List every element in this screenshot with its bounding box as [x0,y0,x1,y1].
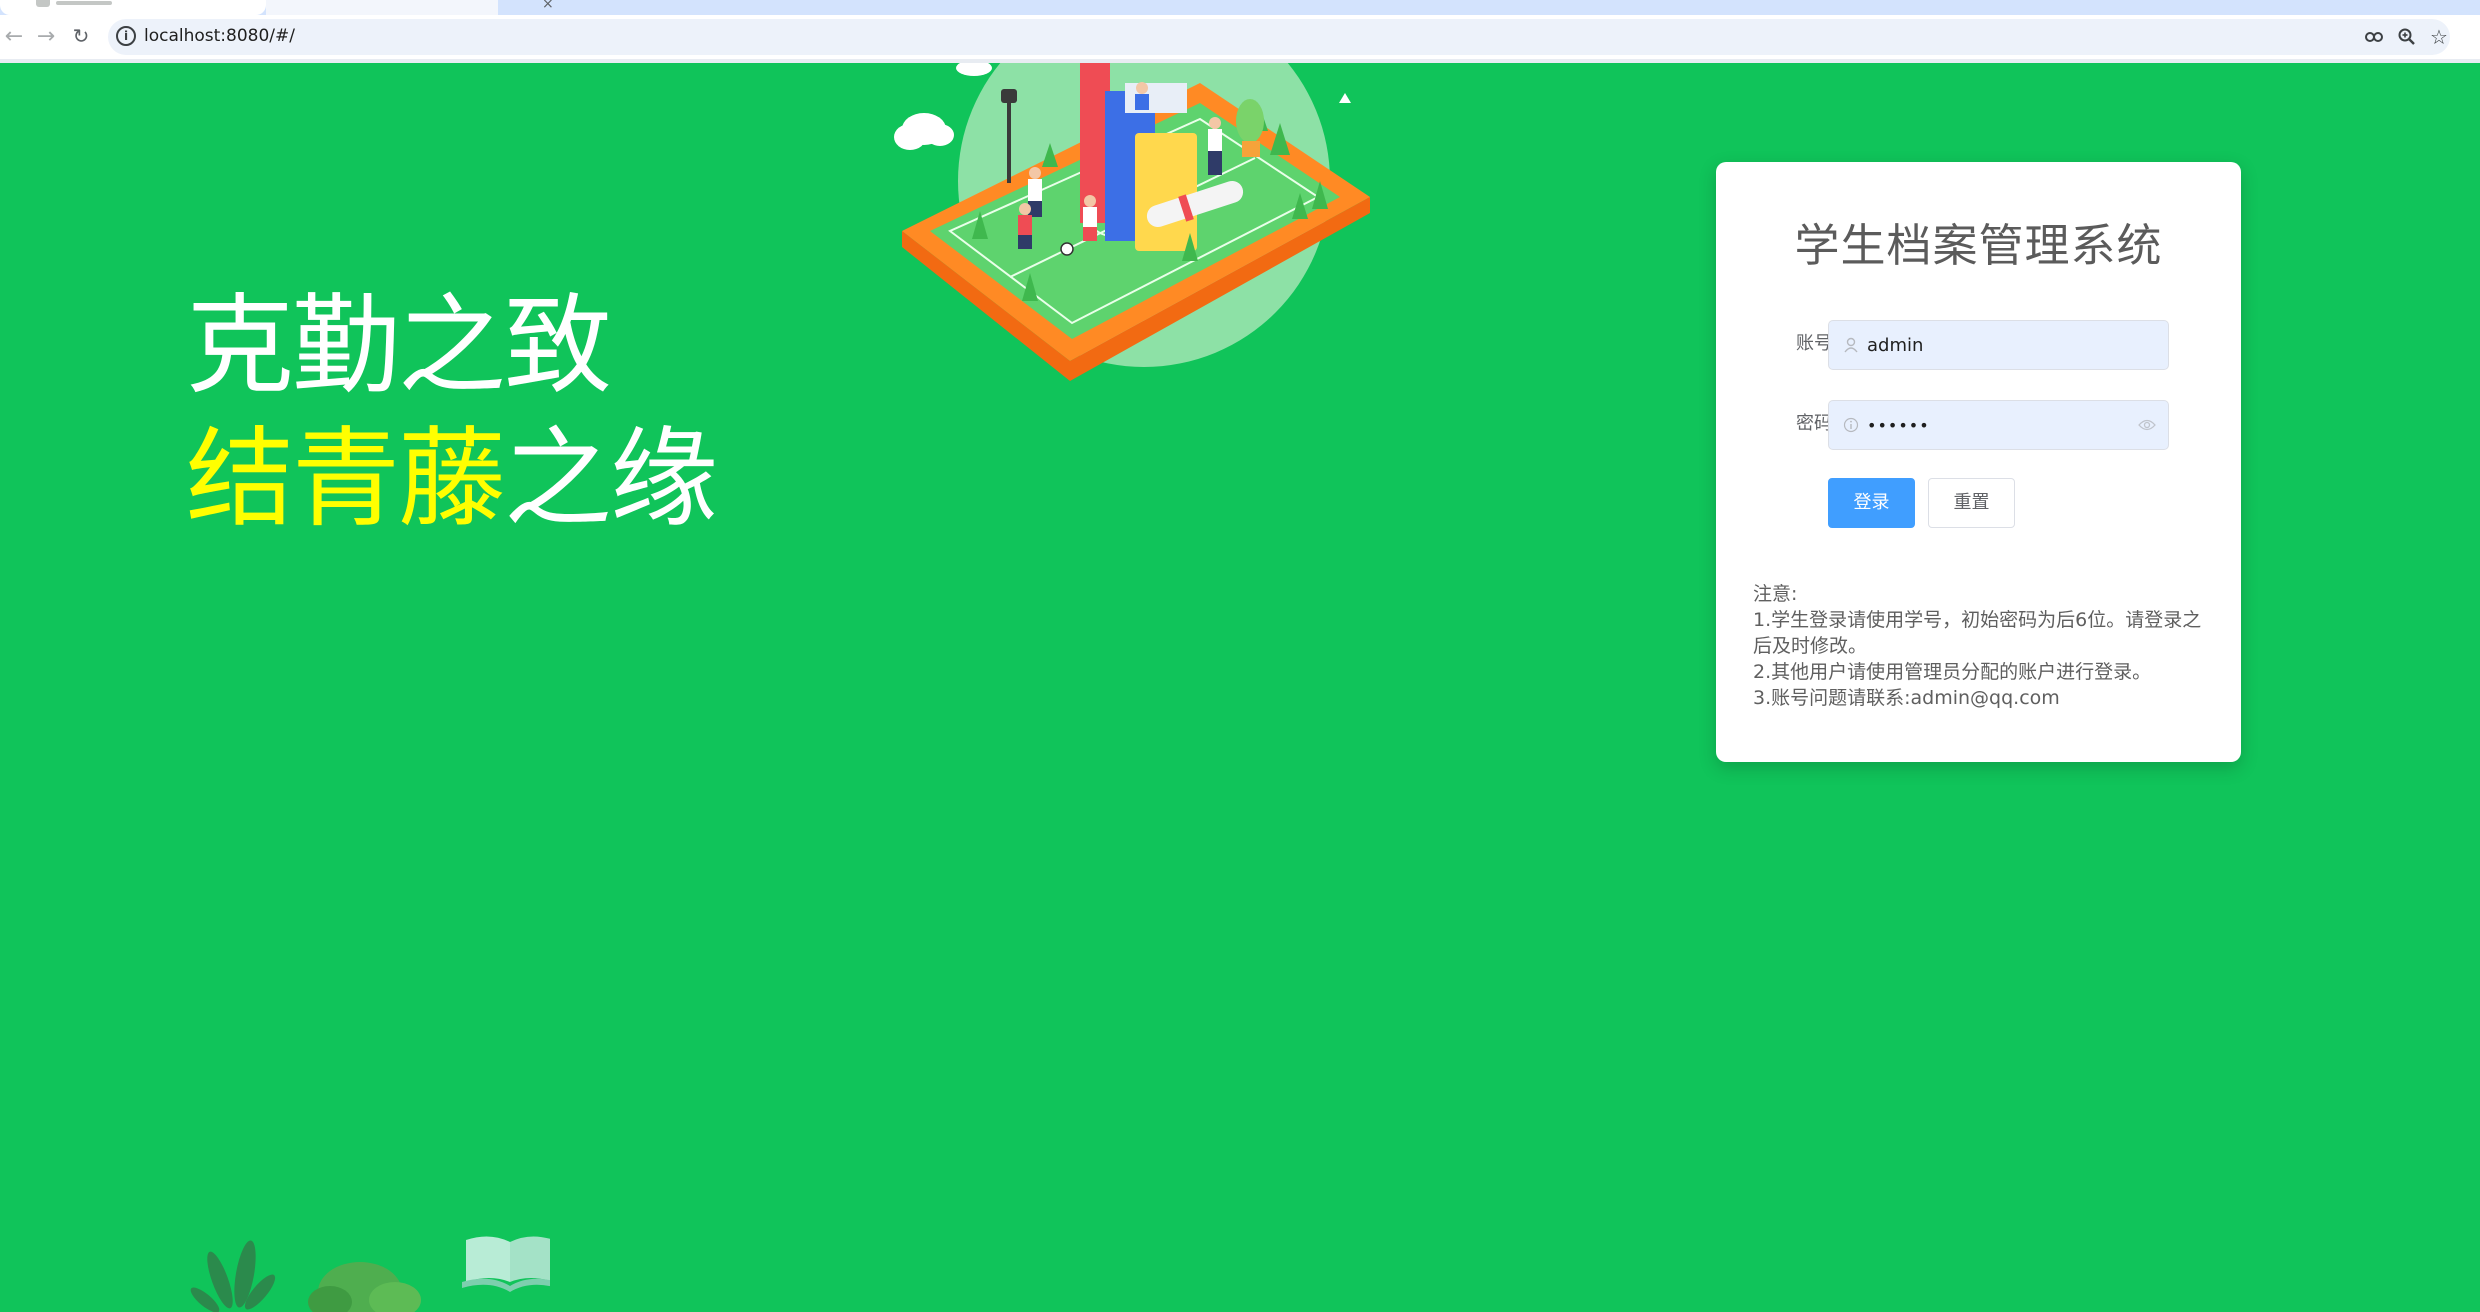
bookmark-button[interactable]: ☆ [2424,22,2454,52]
arrow-left-icon: ← [4,23,24,49]
tab-close-icon[interactable]: × [542,0,554,12]
url-text[interactable]: localhost:8080/#/ [144,24,295,48]
system-title: 学生档案管理系统 [1794,219,2163,272]
lock-icon [1841,415,1861,435]
account-input-value: admin [1867,335,1924,356]
sparkle-icon [1339,93,1351,103]
reload-button[interactable]: ↻ [67,20,95,52]
monstera-leaf-icon [308,1262,421,1312]
tab-favicon-icon [36,0,50,7]
account-input[interactable]: admin [1828,320,2169,370]
forward-button[interactable]: → [32,20,60,52]
address-bar[interactable] [108,19,2450,55]
notice-heading: 注意: [1753,583,1798,605]
info-icon[interactable]: i [116,26,136,46]
password-input[interactable]: •••••• [1828,400,2169,450]
key-icon [2365,32,2383,42]
plant-pot [1242,141,1260,157]
star-icon: ☆ [2430,25,2448,49]
zoom-in-icon [2398,28,2415,45]
campus-illustration [894,63,1370,381]
password-label: 密码 [1796,413,1832,434]
lamp-head [1001,89,1017,103]
cloud-icon [894,113,954,150]
book-yellow [1135,133,1197,251]
browser-tab-strip: × [0,0,2480,15]
leaf-icon [190,1240,276,1312]
tab-title [56,1,112,5]
account-label: 账号 [1796,333,1832,354]
book-white [1125,83,1187,113]
cloud-small-icon [956,63,992,76]
login-notice: 注意: 1.学生登录请使用学号，初始密码为后6位。请登录之后及时修改。 2.其他… [1753,581,2213,711]
login-card: 学生档案管理系统 账号 admin 密码 •••••• 登录 重置 注意: 1.… [1716,162,2241,762]
slogan-line-1: 克勤之致 [186,284,612,409]
password-manager-button[interactable] [2360,22,2390,52]
slogan-line-2: 结青藤之缘 [186,415,718,545]
slogan-highlight: 结青藤 [186,417,506,542]
notice-item: 3.账号问题请联系:admin@qq.com [1753,687,2060,709]
login-button[interactable]: 登录 [1828,478,1915,528]
notice-item: 1.学生登录请使用学号，初始密码为后6位。请登录之后及时修改。 [1753,609,2202,657]
reload-icon: ↻ [72,24,90,48]
zoom-button[interactable] [2392,22,2422,52]
back-button[interactable]: ← [0,20,28,52]
slogan-rest: 之缘 [504,417,718,542]
browser-tab-inactive[interactable]: × [266,0,554,15]
user-icon [1841,335,1861,355]
soccer-ball-icon [1060,242,1074,256]
eye-icon[interactable] [2136,415,2158,435]
plants-decoration [190,1236,550,1312]
reset-button[interactable]: 重置 [1928,478,2015,528]
browser-tab-active[interactable] [0,0,266,15]
notice-item: 2.其他用户请使用管理员分配的账户进行登录。 [1753,661,2152,683]
arrow-right-icon: → [36,23,56,49]
potted-plant [1236,99,1264,143]
password-input-value: •••••• [1867,416,1930,435]
open-book-icon [462,1236,550,1292]
